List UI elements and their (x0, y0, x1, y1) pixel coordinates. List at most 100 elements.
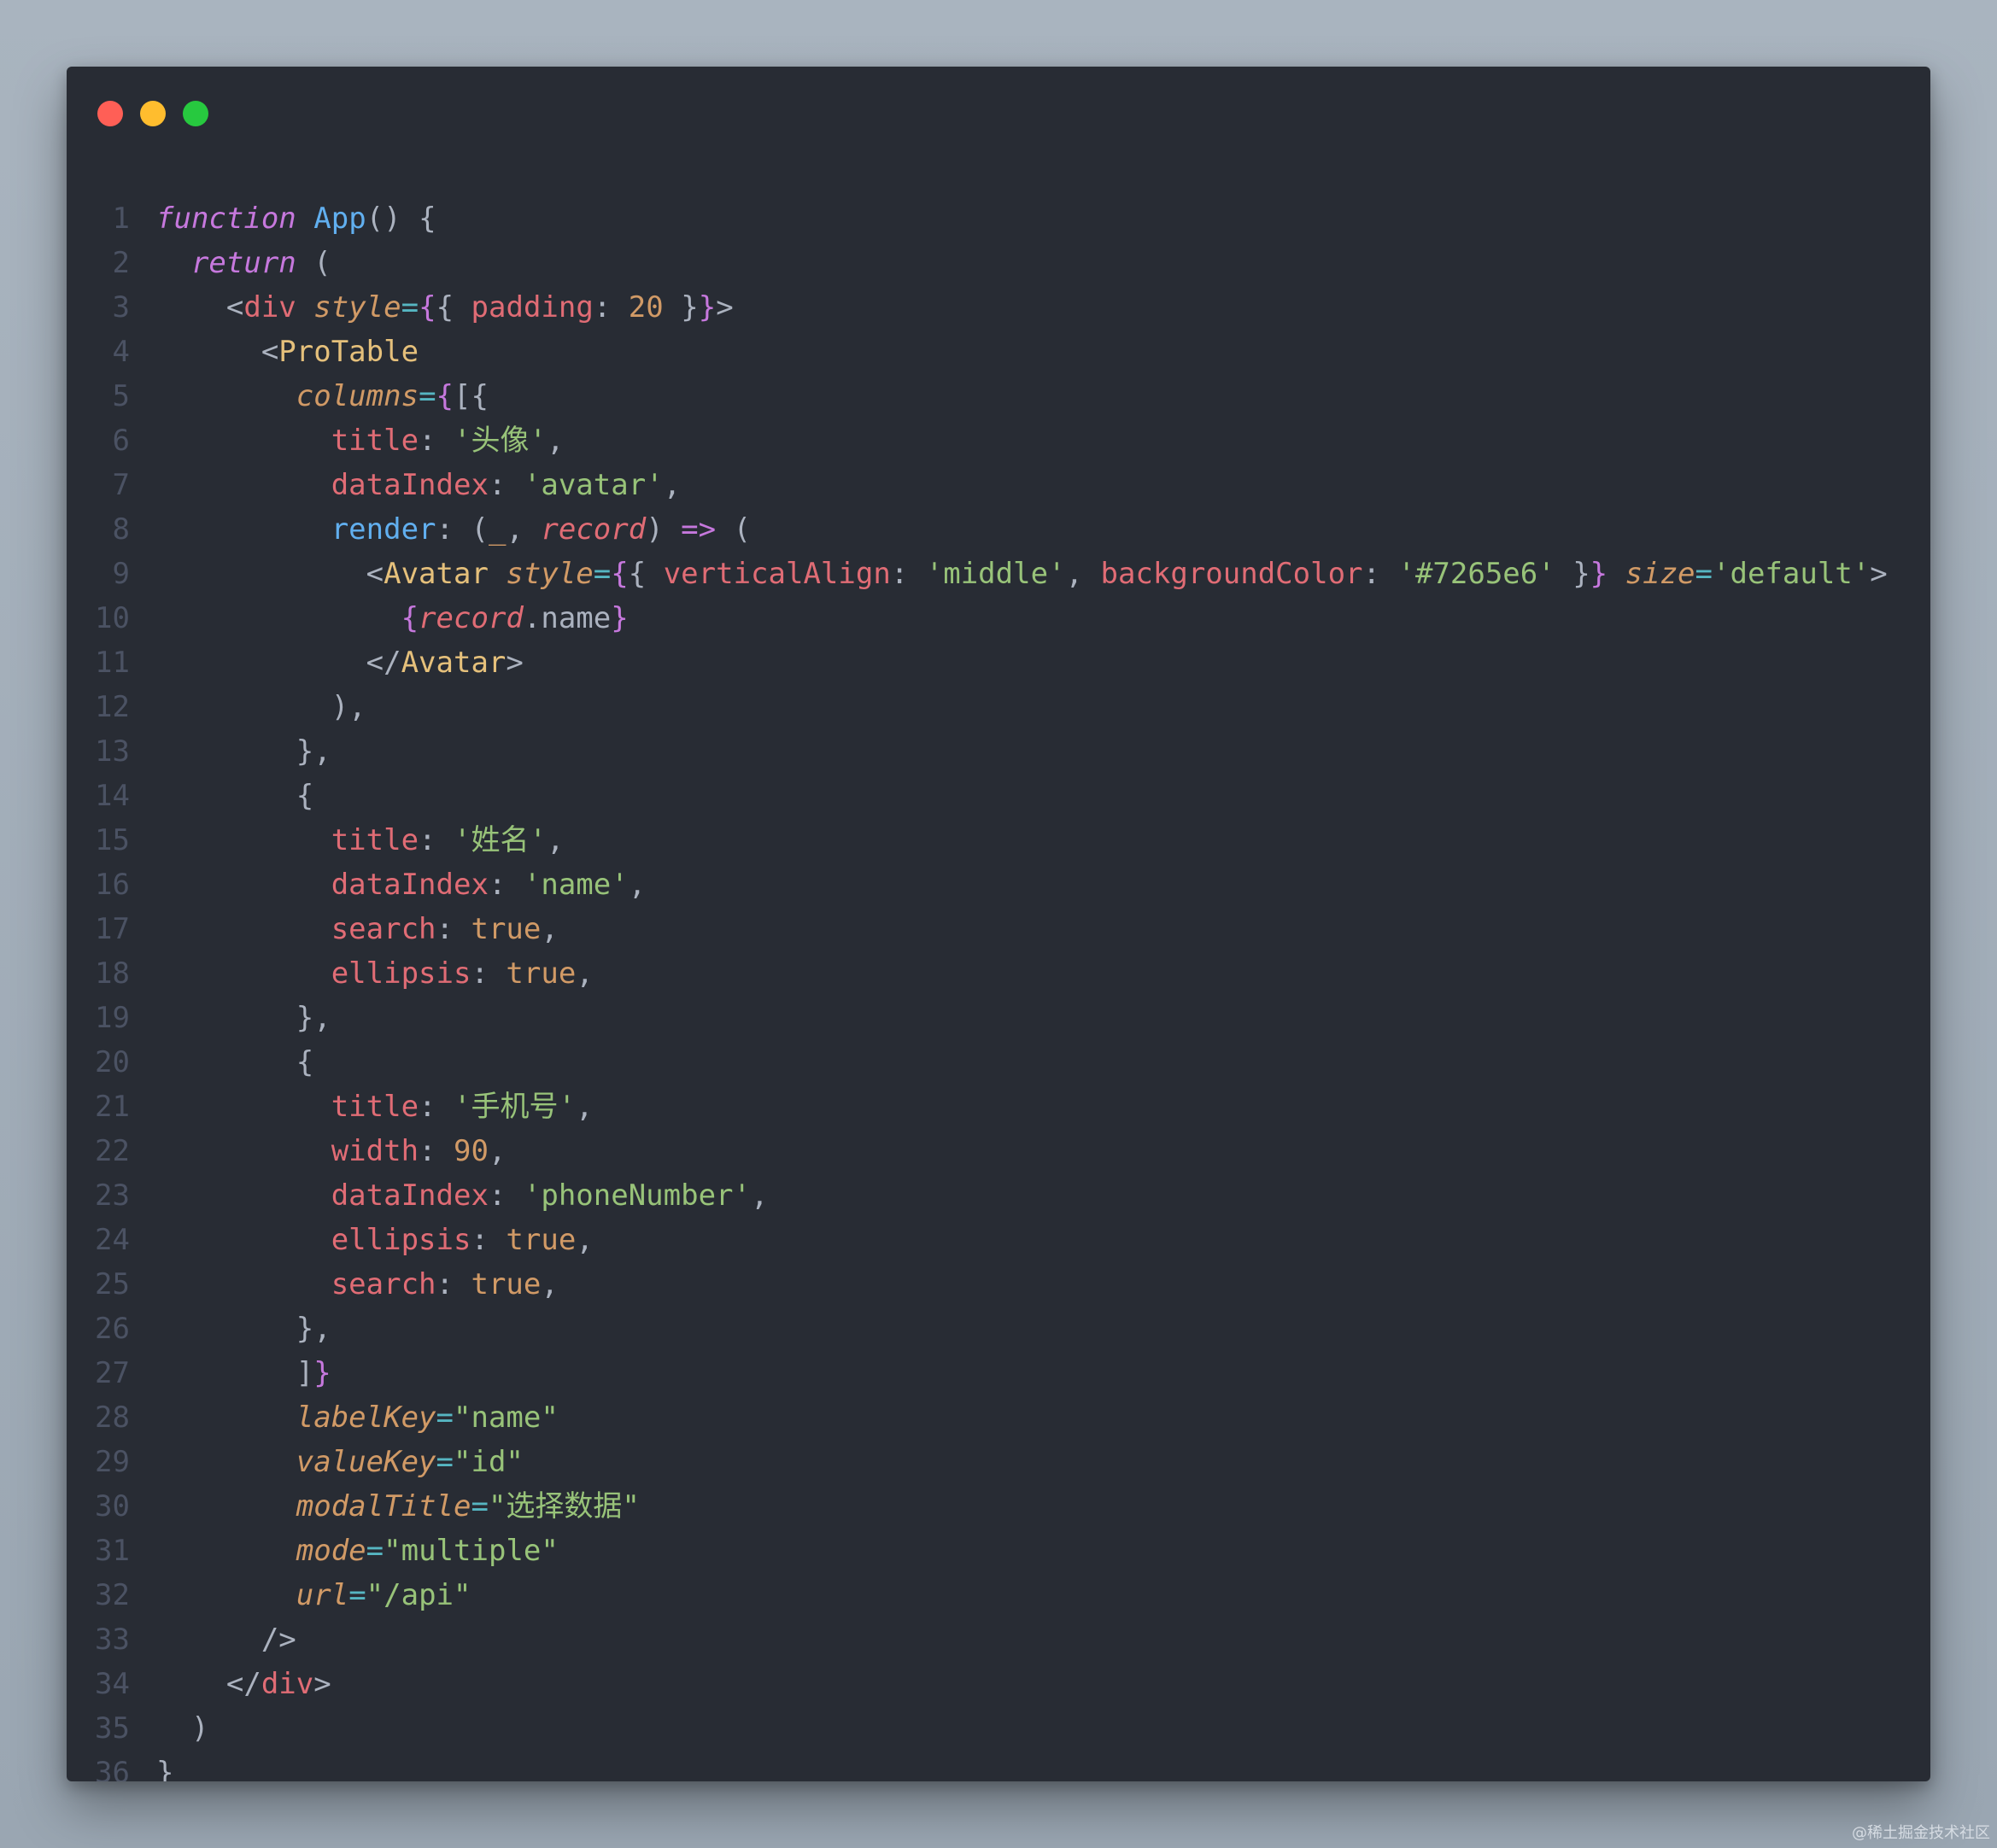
code-token: record (419, 601, 524, 635)
code-token: '姓名' (454, 823, 547, 857)
code-token: ( (716, 512, 752, 547)
code-token: }, (156, 734, 331, 769)
code-text: ellipsis: true, (156, 951, 594, 996)
code-token: </ (156, 646, 401, 680)
code-token: '手机号' (454, 1090, 576, 1124)
code-token: = (593, 557, 612, 591)
code-token: , (488, 1134, 507, 1168)
code-token: { (611, 557, 629, 591)
code-token: : (471, 956, 507, 991)
code-token: Avatar (401, 646, 507, 680)
code-token: , (575, 1090, 594, 1124)
code-token: url (296, 1578, 349, 1612)
code-token: : (419, 823, 454, 857)
close-dot-icon[interactable] (97, 101, 123, 126)
code-token: , (541, 912, 559, 946)
code-token: "id" (454, 1445, 524, 1479)
code-token: , (546, 424, 565, 458)
code-token: '头像' (454, 424, 547, 458)
code-token: .name (523, 601, 612, 635)
code-token: { (401, 601, 419, 635)
code-token: verticalAlign (663, 557, 891, 591)
code-token: } (1590, 557, 1608, 591)
code-token: App (313, 202, 366, 236)
code-token: record (541, 512, 647, 547)
code-text: url="/api" (156, 1573, 471, 1617)
code-text: ellipsis: true, (156, 1218, 594, 1262)
code-text: function App() { (156, 196, 436, 241)
line-number: 14 (95, 779, 130, 813)
line-number: 18 (95, 956, 130, 991)
code-token: title (331, 823, 419, 857)
code-token: backgroundColor (1100, 557, 1363, 591)
code-token: { (156, 1045, 314, 1079)
code-token: labelKey (296, 1401, 436, 1435)
code-token: '#7265e6' (1397, 557, 1555, 591)
line-number: 15 (95, 823, 130, 857)
code-token: { (436, 379, 454, 413)
code-text: title: '姓名', (156, 818, 565, 863)
code-token: ) (646, 512, 682, 547)
code-text: dataIndex: 'avatar', (156, 463, 681, 507)
code-text: mode="multiple" (156, 1529, 559, 1573)
code-text: {record.name} (156, 596, 629, 640)
code-text: }, (156, 1307, 331, 1351)
code-token: , (541, 1267, 559, 1301)
code-token: } (1555, 557, 1590, 591)
code-text: { (156, 1040, 313, 1085)
code-token: return (190, 246, 296, 280)
code-token: = (436, 1401, 454, 1435)
line-number: 2 (112, 246, 130, 280)
watermark: @稀土掘金技术社区 (1852, 1824, 1990, 1842)
code-token: 20 (628, 290, 664, 325)
code-text: </Avatar> (156, 640, 524, 685)
code-token: width (331, 1134, 419, 1168)
code-token: } (663, 290, 699, 325)
code-token: () { (366, 202, 436, 236)
code-token: ] (156, 1356, 314, 1390)
code-token: > (506, 646, 524, 680)
line-number: 16 (95, 868, 130, 902)
code-token: } (611, 601, 629, 635)
code-token: style (506, 557, 594, 591)
code-token: = (471, 1489, 489, 1523)
code-text: <ProTable (156, 330, 419, 374)
code-token: : (419, 424, 454, 458)
code-token: dataIndex (331, 468, 489, 502)
line-number: 3 (112, 290, 130, 325)
code-token: title (331, 1090, 419, 1124)
code-token: /> (156, 1623, 296, 1657)
code-token: : (890, 557, 926, 591)
code-token: , (663, 468, 682, 502)
code-token: < (156, 335, 279, 369)
line-number: 8 (112, 512, 130, 547)
code-token: "name" (454, 1401, 559, 1435)
code-token: = (366, 1534, 384, 1568)
code-token: search (331, 1267, 436, 1301)
line-number: 23 (95, 1178, 130, 1213)
code-token: dataIndex (331, 868, 489, 902)
code-token: render (331, 512, 436, 547)
code-token: => (681, 512, 717, 547)
code-text: </div> (156, 1662, 331, 1706)
minimize-dot-icon[interactable] (140, 101, 166, 126)
code-text: labelKey="name" (156, 1395, 559, 1440)
code-token: _ (488, 512, 507, 547)
code-token: { (156, 779, 314, 813)
code-token: } (698, 290, 717, 325)
code-token: 'name' (523, 868, 629, 902)
maximize-dot-icon[interactable] (183, 101, 208, 126)
code-token: title (331, 424, 419, 458)
code-token: mode (296, 1534, 366, 1568)
code-text: dataIndex: 'name', (156, 863, 647, 907)
code-text: <Avatar style={{ verticalAlign: 'middle'… (156, 552, 1888, 596)
